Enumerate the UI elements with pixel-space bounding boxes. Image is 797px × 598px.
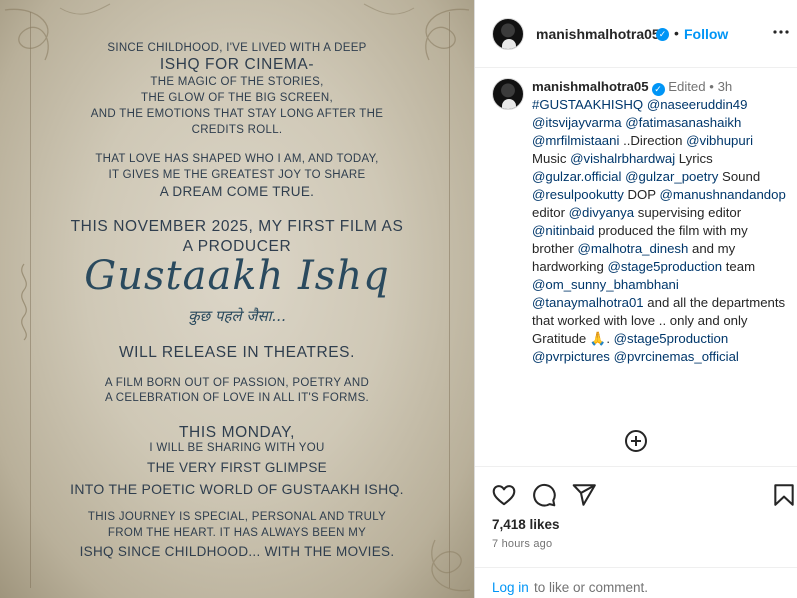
mention-link[interactable]: @fatimasanashaikh	[625, 115, 741, 130]
login-link[interactable]: Log in	[492, 580, 529, 595]
mention-link[interactable]: @gulzar.official	[532, 169, 621, 184]
mention-link[interactable]: @nitinbaid	[532, 223, 595, 238]
poster-line: I will be sharing with you	[149, 442, 325, 454]
caption-fragment: ..Direction	[619, 133, 687, 148]
film-tagline-logo: कुछ पहले जैसा...	[188, 307, 286, 325]
separator-dot: •	[674, 25, 679, 41]
login-prompt: Log in to like or comment.	[475, 567, 797, 598]
mention-link[interactable]: @stage5production	[614, 331, 729, 346]
caption-fragment: team	[722, 259, 756, 274]
poster-line: the magic of the stories,	[150, 76, 324, 88]
post-side-panel: manishmalhotra05 ✓ • Follow manishmalhot…	[474, 0, 797, 598]
mention-link[interactable]: @vishalrbhardwaj	[570, 151, 675, 166]
poster-line: ISHQ SINCE CHILDHOOD... with the movies.	[79, 544, 395, 559]
plus-circle-icon[interactable]	[625, 430, 647, 452]
caption-fragment: DOP	[623, 187, 660, 202]
mention-link[interactable]: @naseeruddin49	[647, 97, 748, 112]
poster-line: the glow of the big screen,	[141, 92, 333, 104]
login-prompt-text: to like or comment.	[534, 580, 649, 595]
post-image[interactable]: Since childhood, I've lived with a deep …	[0, 0, 474, 598]
caption-fragment: editor	[532, 205, 569, 220]
caption-fragment: Lyrics	[675, 151, 713, 166]
bookmark-icon[interactable]	[771, 482, 797, 508]
edited-label: Edited	[668, 79, 706, 94]
caption-body: #GUSTAAKHISHQ @naseeruddin49 @itsvijayva…	[532, 97, 786, 364]
poster-line: from the heart. It has always been my	[107, 527, 367, 539]
poster-line: That love has shaped who I am, and today…	[95, 153, 379, 165]
film-title-logo: Gustaakh Ishq	[84, 253, 390, 299]
poster-line: This November 2025, my first film as	[70, 218, 404, 235]
hashtag-link[interactable]: #GUSTAAKHISHQ	[532, 97, 643, 112]
post-time: 3h	[717, 79, 733, 94]
verified-badge-icon: ✓	[656, 28, 669, 41]
mention-link[interactable]: @manushnandandop	[660, 187, 786, 202]
poster-line: ISHQ for cinema-	[159, 56, 315, 73]
heart-icon[interactable]	[491, 482, 517, 508]
poster-line: This Monday,	[178, 424, 295, 441]
poster-line: will release in theatres.	[118, 344, 356, 361]
poster-line: into the poetic world of GUSTAAKH ISHQ.	[70, 481, 404, 497]
header-username[interactable]: manishmalhotra05	[536, 26, 660, 42]
follow-button[interactable]: Follow	[684, 26, 728, 42]
share-icon[interactable]	[571, 482, 597, 508]
post-timestamp: 7 hours ago	[492, 538, 553, 550]
more-options-icon[interactable]	[771, 22, 791, 42]
poster-line: the very FIRST GLIMPSE	[147, 460, 327, 475]
poster-line: it gives me the greatest joy to share	[108, 169, 366, 181]
caption-text: manishmalhotra05 ✓ Edited • 3h #GUSTAAKHI…	[532, 78, 790, 366]
poster-line: Since childhood, I've lived with a deep	[107, 42, 367, 54]
more-options-icon	[773, 30, 789, 34]
comment-icon[interactable]	[531, 482, 557, 508]
like-count[interactable]: 7,418 likes	[492, 517, 560, 532]
poster-line: and the emotions that stay long after th…	[90, 108, 384, 120]
mention-link[interactable]: @itsvijayvarma	[532, 115, 622, 130]
poster-line: This journey is special, personal and tr…	[87, 511, 387, 523]
post-header: manishmalhotra05 ✓ • Follow	[475, 0, 797, 68]
action-bar: 7,418 likes 7 hours ago Log in to like o…	[475, 466, 797, 598]
avatar[interactable]	[492, 78, 524, 110]
caption-fragment: Music	[532, 151, 571, 166]
avatar[interactable]	[492, 18, 524, 50]
poster-line: A film born out of passion, poetry and	[104, 377, 370, 389]
mention-link[interactable]: @malhotra_dinesh	[577, 241, 688, 256]
mention-link[interactable]: @tanaymalhotra01	[532, 295, 644, 310]
poster-line: a celebration of love in all it's forms.	[104, 392, 370, 404]
mention-link[interactable]: @resulpookutty	[532, 187, 624, 202]
mention-link[interactable]: @gulzar_poetry	[625, 169, 718, 184]
mention-link[interactable]: @stage5production	[608, 259, 723, 274]
mention-link[interactable]: @pvrpictures	[532, 349, 610, 364]
caption-fragment: supervising editor	[634, 205, 742, 220]
verified-badge-icon: ✓	[651, 83, 665, 96]
caption-fragment: Sound	[718, 169, 761, 184]
separator-dot: •	[709, 79, 714, 94]
mention-link[interactable]: @vibhupuri	[686, 133, 753, 148]
caption-username[interactable]: manishmalhotra05	[532, 79, 649, 94]
mention-link[interactable]: @om_sunny_bhambhani	[532, 277, 679, 292]
mention-link[interactable]: @pvrcinemas_official	[614, 349, 739, 364]
caption-section: manishmalhotra05 ✓ Edited • 3h #GUSTAAKHI…	[475, 68, 797, 458]
poster-line: credits roll.	[191, 124, 283, 136]
mention-link[interactable]: @divyanya	[569, 205, 634, 220]
mention-link[interactable]: @mrfilmistaani	[532, 133, 619, 148]
poster-line: a dream come true.	[159, 184, 315, 199]
